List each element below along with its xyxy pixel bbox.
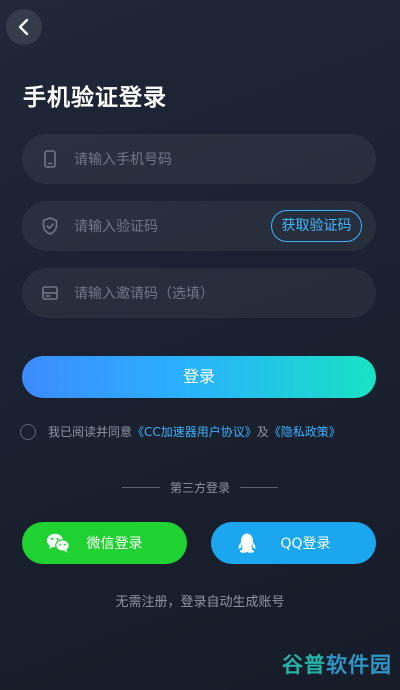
user-agreement-link[interactable]: 《CC加速器用户协议》: [132, 423, 257, 440]
phone-field[interactable]: [22, 134, 376, 186]
login-button[interactable]: 登录: [22, 356, 376, 398]
agreement-and: 及: [256, 425, 269, 439]
third-party-label: 第三方登录: [169, 481, 230, 495]
phone-icon: [44, 150, 56, 168]
wechat-login-label: 微信登录: [86, 536, 143, 552]
verification-code-field[interactable]: 获取验证码: [22, 201, 376, 253]
phone-input[interactable]: [72, 134, 286, 186]
agreement-checkbox[interactable]: [20, 423, 36, 440]
divider-line-right: [240, 487, 278, 488]
third-party-divider: 第三方登录: [0, 479, 400, 496]
qq-login-button[interactable]: QQ登录: [211, 522, 376, 564]
invite-code-field[interactable]: [22, 268, 376, 320]
get-code-button[interactable]: 获取验证码: [271, 210, 362, 242]
watermark: 谷普软件园: [282, 649, 392, 679]
watermark-part2: 软件园: [326, 653, 392, 677]
agreement-prefix: 我已阅读并同意: [48, 425, 133, 439]
wechat-login-button[interactable]: 微信登录: [22, 522, 187, 564]
card-icon: [42, 286, 58, 300]
page-title: 手机验证登录: [23, 85, 167, 111]
watermark-part1: 谷普: [282, 653, 326, 677]
shield-icon: [42, 217, 58, 235]
chevron-left-icon: [18, 18, 29, 36]
qq-login-label: QQ登录: [280, 536, 331, 552]
privacy-policy-link[interactable]: 《隐私政策》: [269, 423, 341, 440]
divider-line-left: [121, 487, 160, 488]
back-button[interactable]: [6, 9, 42, 45]
invite-code-input[interactable]: [72, 268, 286, 320]
auto-register-hint: 无需注册，登录自动生成账号: [115, 595, 285, 610]
agreement-row: 我已阅读并同意 《CC加速器用户协议》 及 《隐私政策》: [20, 423, 341, 440]
verification-code-input[interactable]: [72, 201, 286, 253]
